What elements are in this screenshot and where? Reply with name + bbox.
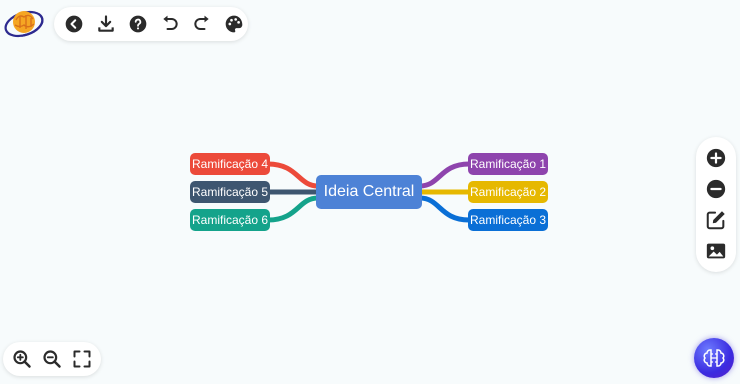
edit-node-button[interactable]	[702, 206, 730, 234]
zoom-in-icon	[13, 350, 31, 368]
image-icon	[706, 243, 726, 258]
add-node-button[interactable]	[702, 144, 730, 172]
zoom-controls	[3, 342, 101, 376]
zoom-out-icon	[43, 350, 61, 368]
branch-node-3[interactable]: Ramificação 3	[468, 209, 548, 231]
edit-icon	[706, 211, 725, 230]
connector-branch-6	[265, 195, 321, 223]
branch-node-5[interactable]: Ramificação 5	[190, 181, 270, 203]
zoom-in-button[interactable]	[8, 345, 36, 373]
fullscreen-button[interactable]	[68, 345, 96, 373]
fullscreen-icon	[73, 350, 91, 368]
zoom-out-button[interactable]	[38, 345, 66, 373]
remove-node-button[interactable]	[702, 175, 730, 203]
branch-node-4[interactable]: Ramificação 4	[190, 153, 270, 175]
connector-branch-1	[417, 161, 472, 189]
plus-circle-icon	[706, 149, 726, 168]
branch-node-2[interactable]: Ramificação 2	[468, 181, 548, 203]
central-node[interactable]: Ideia Central	[316, 175, 422, 209]
connector-branch-4	[265, 161, 321, 189]
connector-branch-3	[417, 195, 472, 223]
branch-node-1[interactable]: Ramificação 1	[468, 153, 548, 175]
node-actions-panel	[696, 137, 736, 272]
branch-node-6[interactable]: Ramificação 6	[190, 209, 270, 231]
mindmap-canvas: Ideia Central Ramificação 1 Ramificação …	[0, 0, 740, 384]
ai-brain-icon	[703, 349, 725, 367]
ai-assistant-button[interactable]	[694, 338, 734, 378]
minus-circle-icon	[706, 179, 726, 199]
insert-image-button[interactable]	[702, 237, 730, 265]
